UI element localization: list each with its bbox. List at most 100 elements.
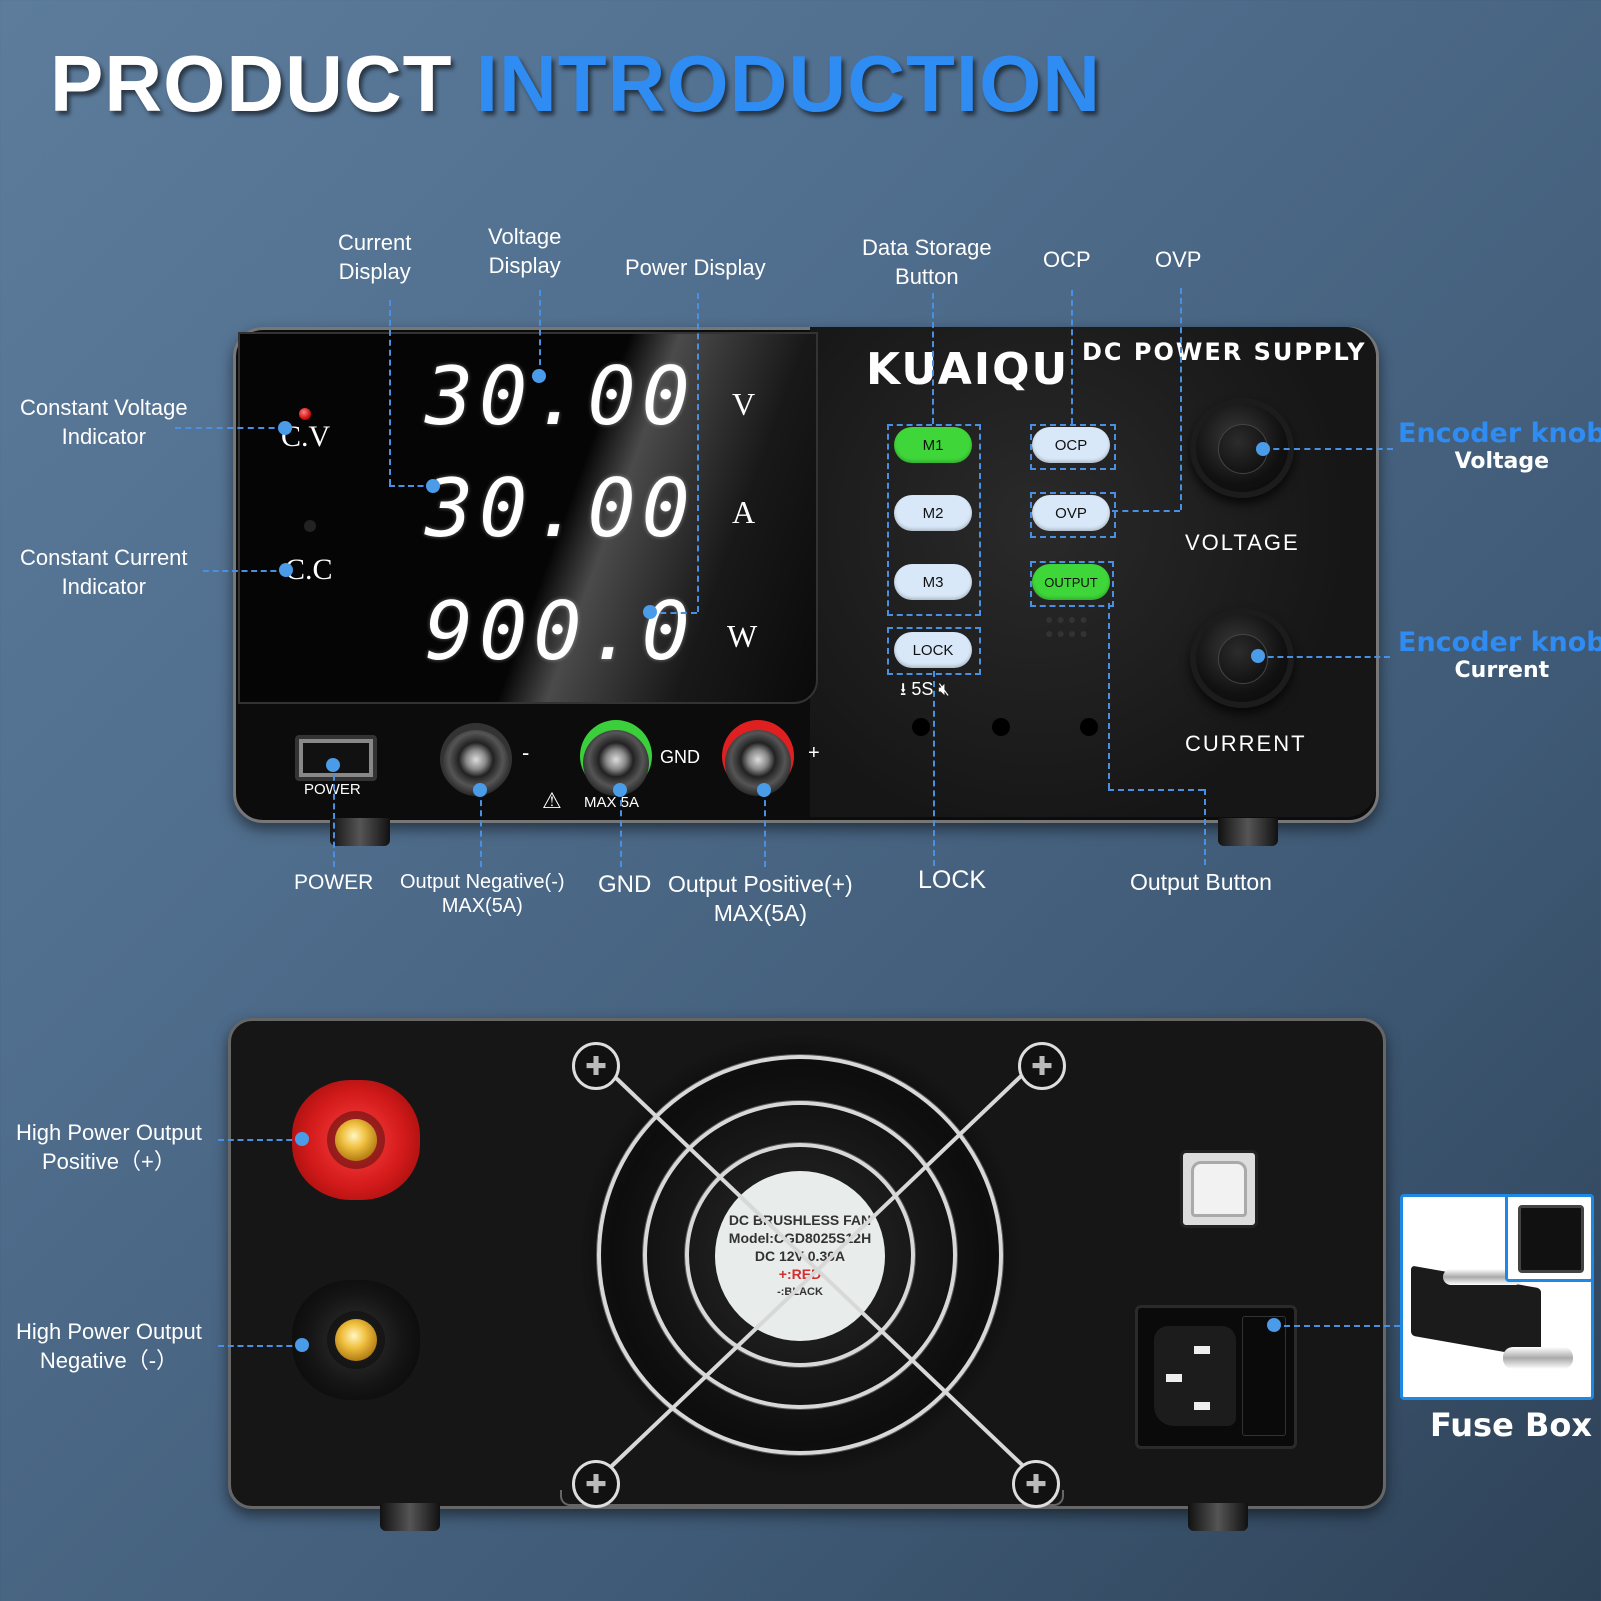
leader-line — [1071, 290, 1073, 424]
label-encoder-current: Encoder knob Current — [1398, 627, 1601, 683]
label-hp-positive: High Power Output Positive（+） — [16, 1118, 202, 1176]
socket-image — [1518, 1205, 1584, 1273]
iec-pin — [1194, 1346, 1210, 1354]
leader-line — [480, 790, 482, 867]
label-line: Negative（-） — [39, 1348, 179, 1373]
label-line: MAX(5A) — [441, 895, 523, 917]
label-line: Current — [338, 230, 412, 255]
current-readout: 30.00 — [425, 462, 696, 555]
label-output-negative: Output Negative(-) MAX(5A) — [400, 870, 565, 918]
leader-line — [1258, 656, 1390, 658]
current-unit: A — [732, 494, 756, 530]
leader-line — [1274, 1325, 1400, 1327]
label-ocp: OCP — [1043, 247, 1091, 272]
page-title: PRODUCT INTRODUCTION — [50, 38, 1101, 130]
warning-icon: ⚠ — [542, 788, 562, 813]
rear-foot — [1188, 1503, 1248, 1531]
leader-line — [932, 293, 934, 424]
leader-line — [933, 671, 935, 866]
label-line: Indicator — [61, 574, 146, 599]
voltage-knob-label: VOLTAGE — [1185, 530, 1300, 555]
leader-line — [1204, 789, 1206, 865]
leader-dot — [1256, 442, 1270, 456]
power-readout: 900.0 — [425, 585, 696, 678]
leader-dot — [278, 421, 292, 435]
lock-button[interactable]: LOCK — [894, 632, 972, 668]
leader-line — [203, 570, 286, 572]
fuse-socket-thumbnail — [1505, 1194, 1594, 1282]
leader-line — [697, 293, 699, 612]
cv-led — [299, 408, 311, 420]
label-line: Voltage — [488, 224, 562, 249]
panel-hole — [912, 718, 930, 736]
ovp-button[interactable]: OVP — [1032, 495, 1110, 531]
leader-line — [175, 427, 285, 429]
label-sub: Voltage — [1454, 449, 1550, 474]
lock-hint: ⭳ 5S 🔇︎ — [900, 677, 950, 707]
label-line: Indicator — [61, 424, 146, 449]
leader-dot — [613, 783, 627, 797]
label-encoder-voltage: Encoder knob Voltage — [1398, 418, 1601, 474]
terminal-core — [335, 1119, 377, 1161]
voltage-unit: V — [732, 386, 756, 422]
usb-b-port[interactable] — [1180, 1150, 1258, 1228]
fuse-drawer[interactable] — [1242, 1316, 1286, 1436]
rear-foot — [380, 1503, 440, 1531]
negative-sign: - — [522, 740, 530, 765]
fuse-image — [1503, 1347, 1573, 1369]
high-power-positive-terminal[interactable] — [292, 1080, 420, 1200]
positive-sign: + — [808, 742, 820, 764]
leader-line — [764, 790, 766, 867]
panel-hole — [1080, 718, 1098, 736]
front-foot — [330, 818, 390, 846]
leader-line — [218, 1345, 302, 1347]
label-line: Constant Voltage — [20, 395, 188, 420]
label-line: Output Positive(+) — [668, 871, 853, 897]
leader-line — [1108, 603, 1110, 789]
leader-line — [389, 300, 391, 485]
label-line: Display — [488, 253, 561, 278]
leader-line — [620, 790, 622, 867]
label-line: MAX(5A) — [713, 900, 807, 926]
leader-line — [1112, 510, 1180, 512]
label-data-storage: Data Storage Button — [862, 233, 992, 291]
label-sub: Current — [1454, 658, 1550, 683]
high-power-negative-terminal[interactable] — [292, 1280, 420, 1400]
label-line: Data Storage — [862, 235, 992, 260]
leader-line — [333, 765, 335, 867]
m1-button[interactable]: M1 — [894, 427, 972, 463]
leader-dot — [1267, 1318, 1281, 1332]
lock-hint-text: 5S — [911, 679, 934, 699]
current-knob-label: CURRENT — [1185, 731, 1307, 756]
usb-icon — [1191, 1161, 1247, 1217]
leader-line — [1108, 789, 1204, 791]
ocp-button[interactable]: OCP — [1032, 427, 1110, 463]
m3-button[interactable]: M3 — [894, 564, 972, 600]
label-line: High Power Output — [16, 1319, 202, 1344]
label-line: Display — [338, 259, 411, 284]
leader-line — [218, 1139, 302, 1141]
leader-dot — [757, 783, 771, 797]
output-button[interactable]: OUTPUT — [1032, 564, 1110, 600]
download-icon: ⭳ — [900, 679, 907, 699]
label-hp-negative: High Power Output Negative（-） — [16, 1317, 202, 1375]
label-power: POWER — [294, 871, 374, 894]
leader-line — [1263, 448, 1393, 450]
current-knob[interactable] — [1190, 608, 1294, 708]
front-foot — [1218, 818, 1278, 846]
m2-button[interactable]: M2 — [894, 495, 972, 531]
leader-line — [1180, 288, 1182, 510]
iec-pin — [1166, 1374, 1182, 1382]
leader-dot — [295, 1132, 309, 1146]
label-ovp: OVP — [1155, 247, 1202, 272]
label-gnd: GND — [598, 871, 652, 898]
leader-dot — [1251, 649, 1265, 663]
label-output-button: Output Button — [1130, 869, 1272, 895]
terminal-core — [335, 1319, 377, 1361]
label-power-display: Power Display — [625, 255, 766, 280]
fan-guard-cross — [593, 1056, 1042, 1484]
leader-dot — [295, 1338, 309, 1352]
iec-pin — [1194, 1402, 1210, 1410]
max-current-label: MAX 5A — [584, 794, 640, 811]
leader-dot — [326, 758, 340, 772]
